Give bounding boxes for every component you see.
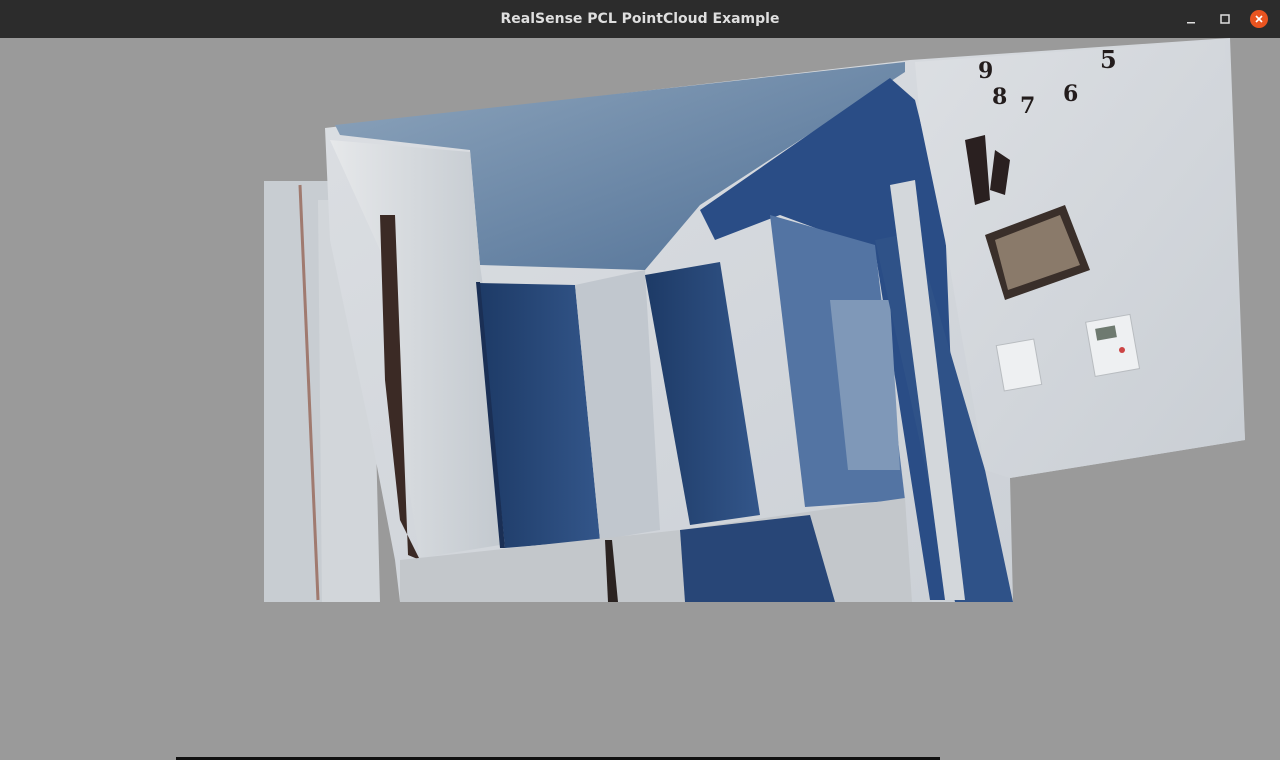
digit-5: 5: [1100, 45, 1117, 74]
digit-9: 9: [978, 58, 993, 84]
digit-8: 8: [992, 84, 1007, 110]
close-button[interactable]: [1247, 7, 1271, 31]
maximize-icon: [1220, 14, 1230, 24]
window-titlebar[interactable]: RealSense PCL PointCloud Example: [0, 0, 1280, 39]
close-icon: [1250, 10, 1268, 28]
digit-6: 6: [1063, 81, 1078, 107]
maximize-button[interactable]: [1213, 7, 1237, 31]
pointcloud-viewport[interactable]: 9 8 7 6 5: [0, 38, 1280, 760]
digit-7: 7: [1020, 93, 1035, 119]
window-title: RealSense PCL PointCloud Example: [500, 11, 780, 27]
minimize-button[interactable]: [1179, 7, 1203, 31]
minimize-icon: [1187, 22, 1195, 24]
pointcloud-render: 9 8 7 6 5: [264, 38, 1245, 602]
